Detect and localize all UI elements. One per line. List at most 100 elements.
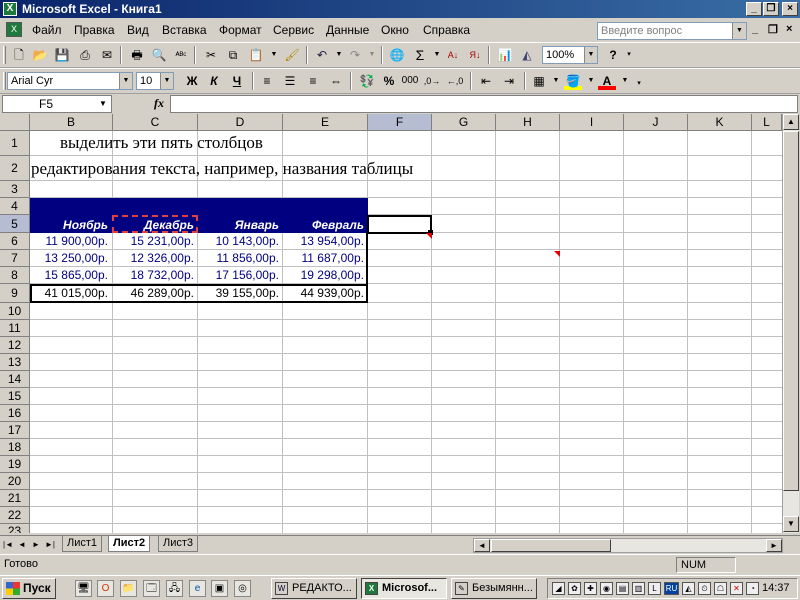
decrease-decimal-icon[interactable]: ←,0 xyxy=(446,72,464,90)
row-header[interactable]: 21 xyxy=(0,490,30,507)
chevron-down-icon[interactable]: ▾ xyxy=(620,46,638,64)
total-cell[interactable]: 46 289,00р. xyxy=(113,286,194,300)
column-header-b[interactable]: B xyxy=(30,114,113,131)
formula-input[interactable] xyxy=(170,95,798,113)
row-header[interactable]: 14 xyxy=(0,371,30,388)
close-button[interactable]: × xyxy=(782,2,798,16)
chevron-down-icon[interactable]: ▼ xyxy=(584,47,597,63)
row-header[interactable]: 2 xyxy=(0,156,30,181)
row-header[interactable]: 16 xyxy=(0,405,30,422)
row-header[interactable]: 22 xyxy=(0,507,30,524)
column-header-l[interactable]: L xyxy=(752,114,782,131)
chevron-down-icon[interactable]: ▼ xyxy=(363,46,381,64)
menu-window[interactable]: Окно xyxy=(381,23,409,37)
percent-button[interactable]: % xyxy=(380,72,398,90)
row-header[interactable]: 9 xyxy=(0,284,30,303)
chevron-down-icon[interactable]: ▼ xyxy=(732,23,746,39)
name-box[interactable]: F5 ▼ xyxy=(2,95,112,113)
format-painter-icon[interactable]: 🖌 xyxy=(283,46,301,64)
menu-view[interactable]: Вид xyxy=(127,23,149,37)
tray-app-icon[interactable]: ✚ xyxy=(584,582,597,595)
next-sheet-icon[interactable]: ► xyxy=(30,538,42,552)
quicklaunch-media-icon[interactable]: ▣ xyxy=(211,580,228,597)
minimize-button[interactable]: _ xyxy=(746,2,762,16)
doc-restore-button[interactable]: ❐ xyxy=(768,23,778,36)
copy-icon[interactable]: ⧉ xyxy=(224,46,242,64)
tray-app-icon[interactable]: ◉ xyxy=(600,582,613,595)
tray-app-icon[interactable]: ⏲ xyxy=(698,582,711,595)
scroll-up-icon[interactable]: ▲ xyxy=(783,114,799,130)
column-header-g[interactable]: G xyxy=(432,114,496,131)
row-header[interactable]: 3 xyxy=(0,181,30,198)
chevron-down-icon[interactable]: ▼ xyxy=(265,46,283,64)
prev-sheet-icon[interactable]: ◄ xyxy=(16,538,28,552)
row-header[interactable]: 5 xyxy=(0,215,30,233)
chevron-down-icon[interactable]: ▼ xyxy=(97,96,109,112)
menu-help[interactable]: Справка xyxy=(423,23,470,37)
column-header-d[interactable]: D xyxy=(198,114,283,131)
menu-edit[interactable]: Правка xyxy=(74,23,115,37)
row-header[interactable]: 8 xyxy=(0,267,30,284)
tray-app-icon[interactable]: ✕ xyxy=(730,582,743,595)
workbook-icon[interactable]: X xyxy=(6,22,22,37)
column-header-f[interactable]: F xyxy=(368,114,432,131)
quicklaunch-office-icon[interactable]: O xyxy=(97,580,114,597)
tray-app-icon[interactable]: ☖ xyxy=(714,582,727,595)
font-size-select[interactable]: 10 ▼ xyxy=(136,72,174,90)
sheet-tab-1[interactable]: Лист1 xyxy=(62,536,103,552)
scroll-thumb[interactable] xyxy=(783,131,799,491)
row-header[interactable]: 20 xyxy=(0,473,30,490)
scroll-right-icon[interactable]: ► xyxy=(766,539,782,552)
active-cell-f5[interactable] xyxy=(367,215,432,234)
ask-question-input[interactable]: Введите вопрос ▼ xyxy=(597,22,747,40)
quicklaunch-desktop-icon[interactable]: 🖥 xyxy=(75,580,92,597)
total-cell[interactable]: 44 939,00р. xyxy=(283,286,364,300)
first-sheet-icon[interactable]: |◄ xyxy=(2,538,14,552)
paste-icon[interactable]: 📋 xyxy=(247,46,265,64)
tray-app-icon[interactable]: ✿ xyxy=(568,582,581,595)
comment-indicator[interactable] xyxy=(426,233,432,239)
sort-descending-icon[interactable]: Я↓ xyxy=(466,46,484,64)
scroll-thumb[interactable] xyxy=(491,539,611,552)
print-icon[interactable]: 🖶 xyxy=(128,46,146,64)
column-header-c[interactable]: C xyxy=(113,114,198,131)
tray-app-icon[interactable]: ▥ xyxy=(632,582,645,595)
quicklaunch-player-icon[interactable]: ◎ xyxy=(234,580,251,597)
borders-icon[interactable]: ▦ xyxy=(530,72,548,90)
chevron-down-icon[interactable]: ▼ xyxy=(547,72,565,90)
quicklaunch-explorer-icon[interactable]: 🗔 xyxy=(143,580,160,597)
menu-format[interactable]: Формат xyxy=(219,23,262,37)
menu-data[interactable]: Данные xyxy=(326,23,369,37)
quicklaunch-network-icon[interactable]: 🖧 xyxy=(166,580,183,597)
row-header[interactable]: 12 xyxy=(0,337,30,354)
chevron-down-icon[interactable]: ▼ xyxy=(119,73,132,89)
email-icon[interactable]: ✉ xyxy=(98,46,116,64)
column-header-i[interactable]: I xyxy=(560,114,624,131)
align-left-icon[interactable]: ≡ xyxy=(258,72,276,90)
last-sheet-icon[interactable]: ►| xyxy=(44,538,56,552)
total-cell[interactable]: 39 155,00р. xyxy=(198,286,279,300)
toolbar-grip[interactable] xyxy=(3,72,6,90)
thousands-separator-button[interactable]: 000 xyxy=(398,72,422,90)
task-word[interactable]: W РЕДАКТО... xyxy=(271,578,357,599)
column-header-j[interactable]: J xyxy=(624,114,688,131)
tray-volume-icon[interactable]: ◢ xyxy=(552,582,565,595)
tray-app-icon[interactable]: ◭ xyxy=(682,582,695,595)
font-name-select[interactable]: Arial Cyr ▼ xyxy=(7,72,133,90)
tray-app-icon[interactable]: ▤ xyxy=(616,582,629,595)
row-header[interactable]: 18 xyxy=(0,439,30,456)
toolbar-options-icon[interactable]: ▾ xyxy=(630,75,648,93)
scroll-down-icon[interactable]: ▼ xyxy=(783,516,799,532)
tray-app-icon[interactable]: L xyxy=(648,582,661,595)
tray-app-icon[interactable]: ◔ xyxy=(746,582,759,595)
permission-icon[interactable]: ⎙ xyxy=(76,46,94,64)
row-header[interactable]: 6 xyxy=(0,233,30,250)
select-all-corner[interactable] xyxy=(0,114,30,131)
row-header[interactable]: 15 xyxy=(0,388,30,405)
save-icon[interactable]: 💾 xyxy=(53,46,71,64)
menu-file[interactable]: Файл xyxy=(32,23,62,37)
insert-function-icon[interactable]: fx xyxy=(154,96,164,111)
zoom-select[interactable]: 100% ▼ xyxy=(542,46,598,64)
currency-icon[interactable]: 💱 xyxy=(358,72,376,90)
doc-close-button[interactable]: × xyxy=(786,23,792,35)
